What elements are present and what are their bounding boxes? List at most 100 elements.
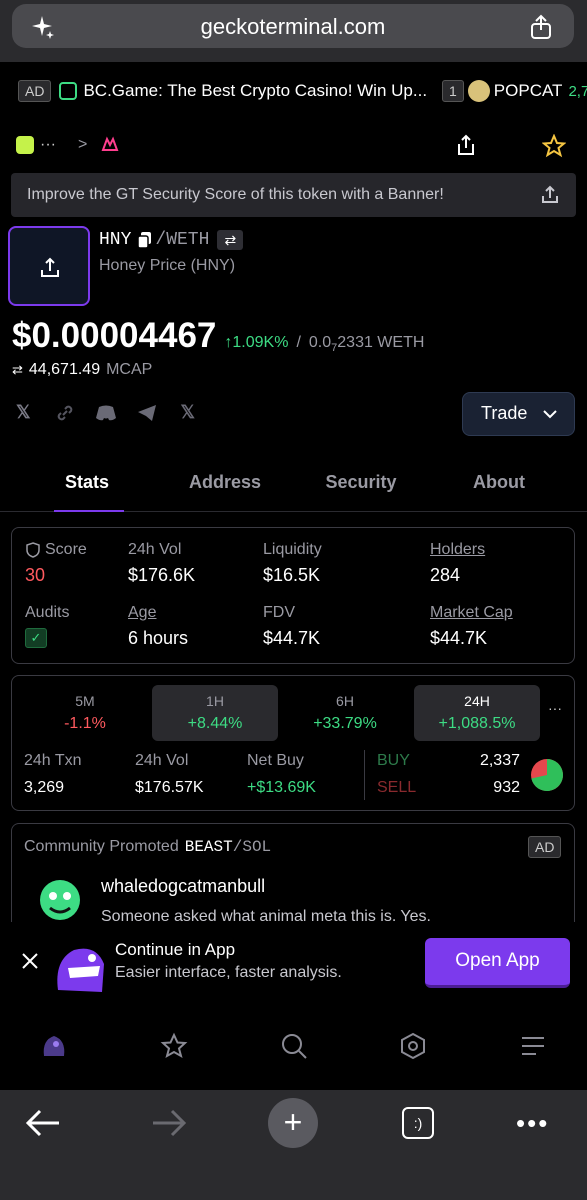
timeframe-5m[interactable]: 5M -1.1% xyxy=(22,685,148,741)
timeframe-value: +8.44% xyxy=(187,715,243,732)
timeframe-6h[interactable]: 6H +33.79% xyxy=(282,685,408,741)
txn-label: 24h Txn xyxy=(24,752,82,769)
tab-bar: Stats Address Security About xyxy=(0,460,587,512)
age-link[interactable]: Age xyxy=(128,604,156,622)
dex-logo-icon[interactable] xyxy=(101,136,119,154)
holders-link[interactable]: Holders xyxy=(430,541,485,559)
close-icon[interactable] xyxy=(21,952,39,970)
token-quote: /WETH xyxy=(155,230,210,250)
promoted-token: BEAST xyxy=(184,838,233,856)
net-buy-label: Net Buy xyxy=(247,752,304,769)
watchlist-star-icon[interactable] xyxy=(160,1032,188,1060)
share-token-icon[interactable] xyxy=(454,134,478,158)
shield-icon xyxy=(26,542,40,558)
tab-active-indicator xyxy=(54,510,124,512)
timeframe-value: +33.79% xyxy=(313,715,377,732)
tab-stats[interactable]: Stats xyxy=(34,472,140,493)
tabs-switcher-icon[interactable]: :) xyxy=(402,1107,434,1139)
ticker-ad-text[interactable]: BC.Game: The Best Crypto Casino! Win Up.… xyxy=(83,81,427,101)
url-bar[interactable]: geckoterminal.com xyxy=(12,4,574,48)
more-options-icon[interactable]: ••• xyxy=(516,1108,549,1139)
star-icon[interactable] xyxy=(542,134,566,158)
link-icon[interactable] xyxy=(55,403,75,423)
gecko-mascot-icon xyxy=(57,948,104,992)
fdv-value: $44.7K xyxy=(263,628,321,648)
buy-sell-pie xyxy=(531,759,563,791)
tab-address[interactable]: Address xyxy=(170,472,280,493)
breadcrumb-ellipsis[interactable]: ··· xyxy=(40,136,56,154)
social-links: 𝕏 𝕏 xyxy=(16,402,195,423)
x-search-icon[interactable]: 𝕏 xyxy=(16,402,31,423)
promoted-ad-badge: AD xyxy=(528,836,562,858)
telegram-icon[interactable] xyxy=(137,404,157,422)
forward-arrow-icon[interactable] xyxy=(150,1106,188,1140)
app-banner-title: Continue in App xyxy=(115,940,236,959)
open-app-button[interactable]: Open App xyxy=(425,938,570,988)
ticker-token[interactable]: POPCAT xyxy=(494,81,563,101)
discord-icon[interactable] xyxy=(95,404,117,422)
settings-hex-icon[interactable] xyxy=(399,1032,427,1060)
score-label: Score xyxy=(45,541,87,558)
tab-security[interactable]: Security xyxy=(306,472,416,493)
sell-label: SELL xyxy=(377,779,417,796)
timeframe-24h[interactable]: 24H +1,088.5% xyxy=(414,685,540,741)
audits-label: Audits xyxy=(25,604,70,621)
menu-icon[interactable] xyxy=(520,1034,546,1058)
beast-avatar-icon xyxy=(40,880,80,920)
trade-dropdown[interactable]: Trade xyxy=(462,392,575,436)
security-banner[interactable]: Improve the GT Security Score of this to… xyxy=(11,173,576,217)
timeframe-1h[interactable]: 1H +8.44% xyxy=(152,685,278,741)
promoted-name: whaledogcatmanbull xyxy=(101,876,266,896)
liquidity-label: Liquidity xyxy=(263,541,322,558)
weth-price-prefix: 0.0 xyxy=(308,334,332,351)
promoted-label: Community Promoted xyxy=(24,838,179,855)
liquidity-value: $16.5K xyxy=(263,565,321,585)
more-timeframes-icon[interactable]: ··· xyxy=(548,700,562,716)
network-icon[interactable] xyxy=(16,136,34,154)
swap-icon[interactable]: ⇄ xyxy=(217,230,244,250)
token-logo-upload[interactable] xyxy=(8,226,90,306)
holders-value: 284 xyxy=(430,565,461,585)
audit-check-icon[interactable]: ✓ xyxy=(25,628,47,648)
bcgame-logo-icon xyxy=(59,82,78,100)
buy-label: BUY xyxy=(377,752,410,769)
divider xyxy=(364,750,365,800)
chevron-down-icon xyxy=(543,410,557,419)
trade-label: Trade xyxy=(481,403,528,423)
age-value: 6 hours xyxy=(128,628,189,648)
share-icon[interactable] xyxy=(527,13,555,41)
ad-badge: AD xyxy=(18,80,52,102)
arrow-up-icon: ↑ xyxy=(224,334,233,351)
promoted-card[interactable]: Community Promoted BEAST /SOL AD whaledo… xyxy=(11,823,575,933)
timeframe-value: +1,088.5% xyxy=(438,715,516,732)
mcap-value: 44,671.49 xyxy=(28,361,101,378)
app-banner: Continue in App Easier interface, faster… xyxy=(0,922,587,1090)
token-symbol: HNY xyxy=(99,230,132,250)
upload-logo-icon xyxy=(41,257,59,277)
popcat-avatar-icon xyxy=(467,80,490,102)
weth-price-subscript: 7 xyxy=(331,342,338,354)
copy-icon[interactable] xyxy=(137,231,153,249)
market-cap-link[interactable]: Market Cap xyxy=(430,604,513,622)
stats-card: Score 30 24h Vol $176.6K Liquidity $16.5… xyxy=(11,527,575,664)
rank-badge: 1 xyxy=(442,80,464,102)
token-name: Honey Price (HNY) xyxy=(99,257,236,274)
mcap-label: MCAP xyxy=(106,361,153,378)
x-twitter-icon[interactable]: 𝕏 xyxy=(181,402,196,423)
price-slash: / xyxy=(296,334,301,351)
ticker-strip: AD BC.Game: The Best Crypto Casino! Win … xyxy=(0,62,587,120)
sell-value: 932 xyxy=(493,779,520,796)
txn-value: 3,269 xyxy=(24,779,65,796)
back-arrow-icon[interactable] xyxy=(24,1106,62,1140)
search-icon[interactable] xyxy=(280,1032,308,1060)
swap-small-icon: ⇄ xyxy=(12,362,23,377)
weth-price-suffix: 2331 WETH xyxy=(337,334,425,351)
tab-about[interactable]: About xyxy=(446,472,552,493)
upload-icon[interactable] xyxy=(539,184,561,206)
new-tab-plus-icon[interactable]: + xyxy=(268,1098,318,1148)
home-gecko-icon[interactable] xyxy=(40,1032,68,1060)
breadcrumb: ··· > xyxy=(16,136,119,154)
promoted-quote: /SOL xyxy=(232,838,272,856)
timeframe-label: 6H xyxy=(336,693,354,709)
url-text[interactable]: geckoterminal.com xyxy=(12,14,574,40)
